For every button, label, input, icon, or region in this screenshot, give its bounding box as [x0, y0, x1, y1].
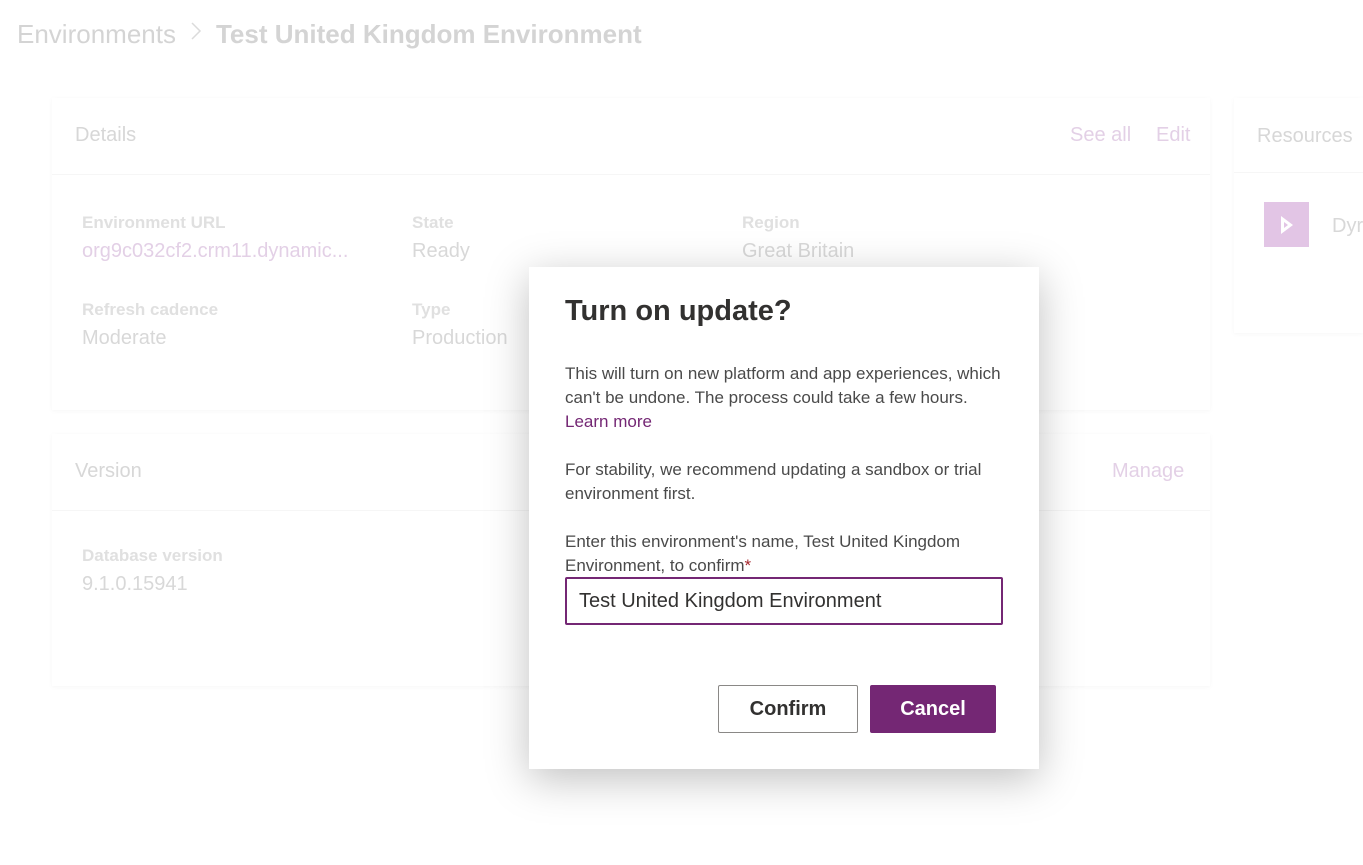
required-marker: *: [744, 556, 752, 575]
learn-more-link[interactable]: Learn more: [565, 412, 652, 431]
dialog-recommendation: For stability, we recommend updating a s…: [565, 460, 982, 503]
dialog-title: Turn on update?: [565, 295, 792, 327]
dialog-description: This will turn on new platform and app e…: [565, 362, 1005, 434]
environment-name-input[interactable]: [565, 577, 1003, 625]
dialog-description-text: This will turn on new platform and app e…: [565, 364, 1001, 407]
confirm-prompt-text: Enter this environment's name, Test Unit…: [565, 532, 961, 575]
turn-on-update-dialog: Turn on update? This will turn on new pl…: [529, 267, 1039, 769]
confirm-prompt: Enter this environment's name, Test Unit…: [565, 530, 1005, 578]
confirm-button[interactable]: Confirm: [718, 685, 858, 733]
cancel-button[interactable]: Cancel: [870, 685, 996, 733]
